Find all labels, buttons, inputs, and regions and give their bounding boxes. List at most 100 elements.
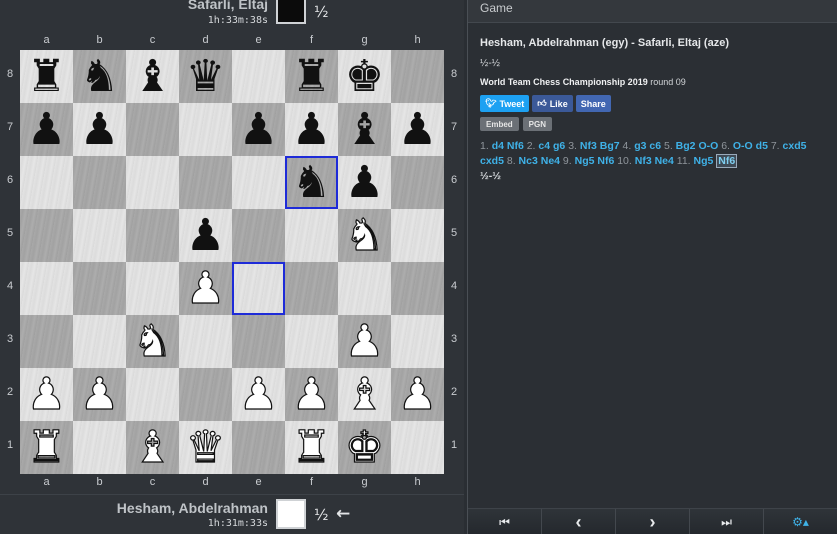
square-f3[interactable] xyxy=(285,315,338,368)
square-c1[interactable]: ♝ xyxy=(126,421,179,474)
move-link[interactable]: Ng5 xyxy=(694,155,714,167)
current-move[interactable]: Nf6 xyxy=(716,154,738,168)
square-a2[interactable]: ♟ xyxy=(20,368,73,421)
square-f5[interactable] xyxy=(285,209,338,262)
square-d8[interactable]: ♛ xyxy=(179,50,232,103)
square-b6[interactable] xyxy=(73,156,126,209)
black-pawn-icon[interactable]: ♟ xyxy=(292,103,331,156)
white-rook-icon[interactable]: ♜ xyxy=(291,421,332,474)
previous-move-button[interactable]: ‹ xyxy=(542,509,616,534)
square-d1[interactable]: ♛ xyxy=(179,421,232,474)
black-knight-icon[interactable]: ♞ xyxy=(292,156,331,209)
square-e4[interactable] xyxy=(232,262,285,315)
square-e1[interactable] xyxy=(232,421,285,474)
black-rook-icon[interactable]: ♜ xyxy=(292,50,331,103)
square-e3[interactable] xyxy=(232,315,285,368)
black-pawn-icon[interactable]: ♟ xyxy=(80,103,119,156)
square-h4[interactable] xyxy=(391,262,444,315)
square-g1[interactable]: ♚ xyxy=(338,421,391,474)
square-h2[interactable]: ♟ xyxy=(391,368,444,421)
move-link[interactable]: Nf3 xyxy=(580,140,597,152)
square-g8[interactable]: ♚ xyxy=(338,50,391,103)
move-link[interactable]: Ng5 xyxy=(575,155,595,167)
move-link[interactable]: d5 xyxy=(756,140,768,152)
square-c6[interactable] xyxy=(126,156,179,209)
square-d4[interactable]: ♟ xyxy=(179,262,232,315)
square-h7[interactable]: ♟ xyxy=(391,103,444,156)
square-f1[interactable]: ♜ xyxy=(285,421,338,474)
square-d6[interactable] xyxy=(179,156,232,209)
tweet-button[interactable]: 🐦︎ Tweet xyxy=(480,95,530,112)
black-bishop-icon[interactable]: ♝ xyxy=(345,103,384,156)
black-king-icon[interactable]: ♚ xyxy=(345,50,384,103)
square-h6[interactable] xyxy=(391,156,444,209)
black-pawn-icon[interactable]: ♟ xyxy=(398,103,437,156)
white-knight-icon[interactable]: ♞ xyxy=(132,315,173,368)
square-b2[interactable]: ♟ xyxy=(73,368,126,421)
square-f4[interactable] xyxy=(285,262,338,315)
square-b5[interactable] xyxy=(73,209,126,262)
square-a7[interactable]: ♟ xyxy=(20,103,73,156)
move-link[interactable]: Ne4 xyxy=(655,155,674,167)
share-button[interactable]: Share xyxy=(575,95,611,112)
square-g2[interactable]: ♝ xyxy=(338,368,391,421)
move-link[interactable]: Nf6 xyxy=(597,155,614,167)
black-rook-icon[interactable]: ♜ xyxy=(27,50,66,103)
square-f2[interactable]: ♟ xyxy=(285,368,338,421)
square-e5[interactable] xyxy=(232,209,285,262)
square-e6[interactable] xyxy=(232,156,285,209)
white-pawn-icon[interactable]: ♟ xyxy=(397,368,438,421)
square-c3[interactable]: ♞ xyxy=(126,315,179,368)
move-link[interactable]: Nf6 xyxy=(507,140,524,152)
move-link[interactable]: d4 xyxy=(492,140,504,152)
square-a1[interactable]: ♜ xyxy=(20,421,73,474)
settings-button[interactable]: ⚙▴ xyxy=(764,509,837,534)
square-a4[interactable] xyxy=(20,262,73,315)
square-a6[interactable] xyxy=(20,156,73,209)
square-d5[interactable]: ♟ xyxy=(179,209,232,262)
chess-board[interactable]: ♜ ♞ ♝ ♛ ♜ ♚ ♟ ♟ ♟ ♟ ♝ ♟ ♞ ♟ ♟ ♞ ♟ ♞ ♟ ♟ ♟ ♟ ♟ ♝ ♟ ♜ ♝ ♛ ♜ ♚ xyxy=(20,50,444,474)
move-link[interactable]: O-O xyxy=(698,140,718,152)
square-g5[interactable]: ♞ xyxy=(338,209,391,262)
move-link[interactable]: Bg2 xyxy=(676,140,696,152)
move-link[interactable]: cxd5 xyxy=(783,140,807,152)
square-a5[interactable] xyxy=(20,209,73,262)
square-b3[interactable] xyxy=(73,315,126,368)
pgn-button[interactable]: PGN xyxy=(522,117,553,131)
black-bishop-icon[interactable]: ♝ xyxy=(133,50,172,103)
white-pawn-icon[interactable]: ♟ xyxy=(344,315,385,368)
white-pawn-icon[interactable]: ♟ xyxy=(291,368,332,421)
square-g4[interactable] xyxy=(338,262,391,315)
white-knight-icon[interactable]: ♞ xyxy=(344,209,385,262)
black-knight-icon[interactable]: ♞ xyxy=(80,50,119,103)
move-link[interactable]: g3 xyxy=(634,140,646,152)
white-pawn-icon[interactable]: ♟ xyxy=(79,368,120,421)
square-g3[interactable]: ♟ xyxy=(338,315,391,368)
square-e7[interactable]: ♟ xyxy=(232,103,285,156)
square-d7[interactable] xyxy=(179,103,232,156)
square-c2[interactable] xyxy=(126,368,179,421)
move-link[interactable]: cxd5 xyxy=(480,155,504,167)
square-g6[interactable]: ♟ xyxy=(338,156,391,209)
white-pawn-icon[interactable]: ♟ xyxy=(185,262,226,315)
move-link[interactable]: g6 xyxy=(553,140,565,152)
square-c4[interactable] xyxy=(126,262,179,315)
square-g7[interactable]: ♝ xyxy=(338,103,391,156)
white-rook-icon[interactable]: ♜ xyxy=(26,421,67,474)
square-b1[interactable] xyxy=(73,421,126,474)
square-h5[interactable] xyxy=(391,209,444,262)
square-c7[interactable] xyxy=(126,103,179,156)
square-c8[interactable]: ♝ xyxy=(126,50,179,103)
black-pawn-icon[interactable]: ♟ xyxy=(186,209,225,262)
white-bishop-icon[interactable]: ♝ xyxy=(344,368,385,421)
black-pawn-icon[interactable]: ♟ xyxy=(345,156,384,209)
white-bishop-icon[interactable]: ♝ xyxy=(132,421,173,474)
white-pawn-icon[interactable]: ♟ xyxy=(26,368,67,421)
square-d2[interactable] xyxy=(179,368,232,421)
move-link[interactable]: Nf3 xyxy=(635,155,652,167)
move-link[interactable]: c6 xyxy=(649,140,661,152)
square-e2[interactable]: ♟ xyxy=(232,368,285,421)
square-h1[interactable] xyxy=(391,421,444,474)
square-d3[interactable] xyxy=(179,315,232,368)
square-h3[interactable] xyxy=(391,315,444,368)
